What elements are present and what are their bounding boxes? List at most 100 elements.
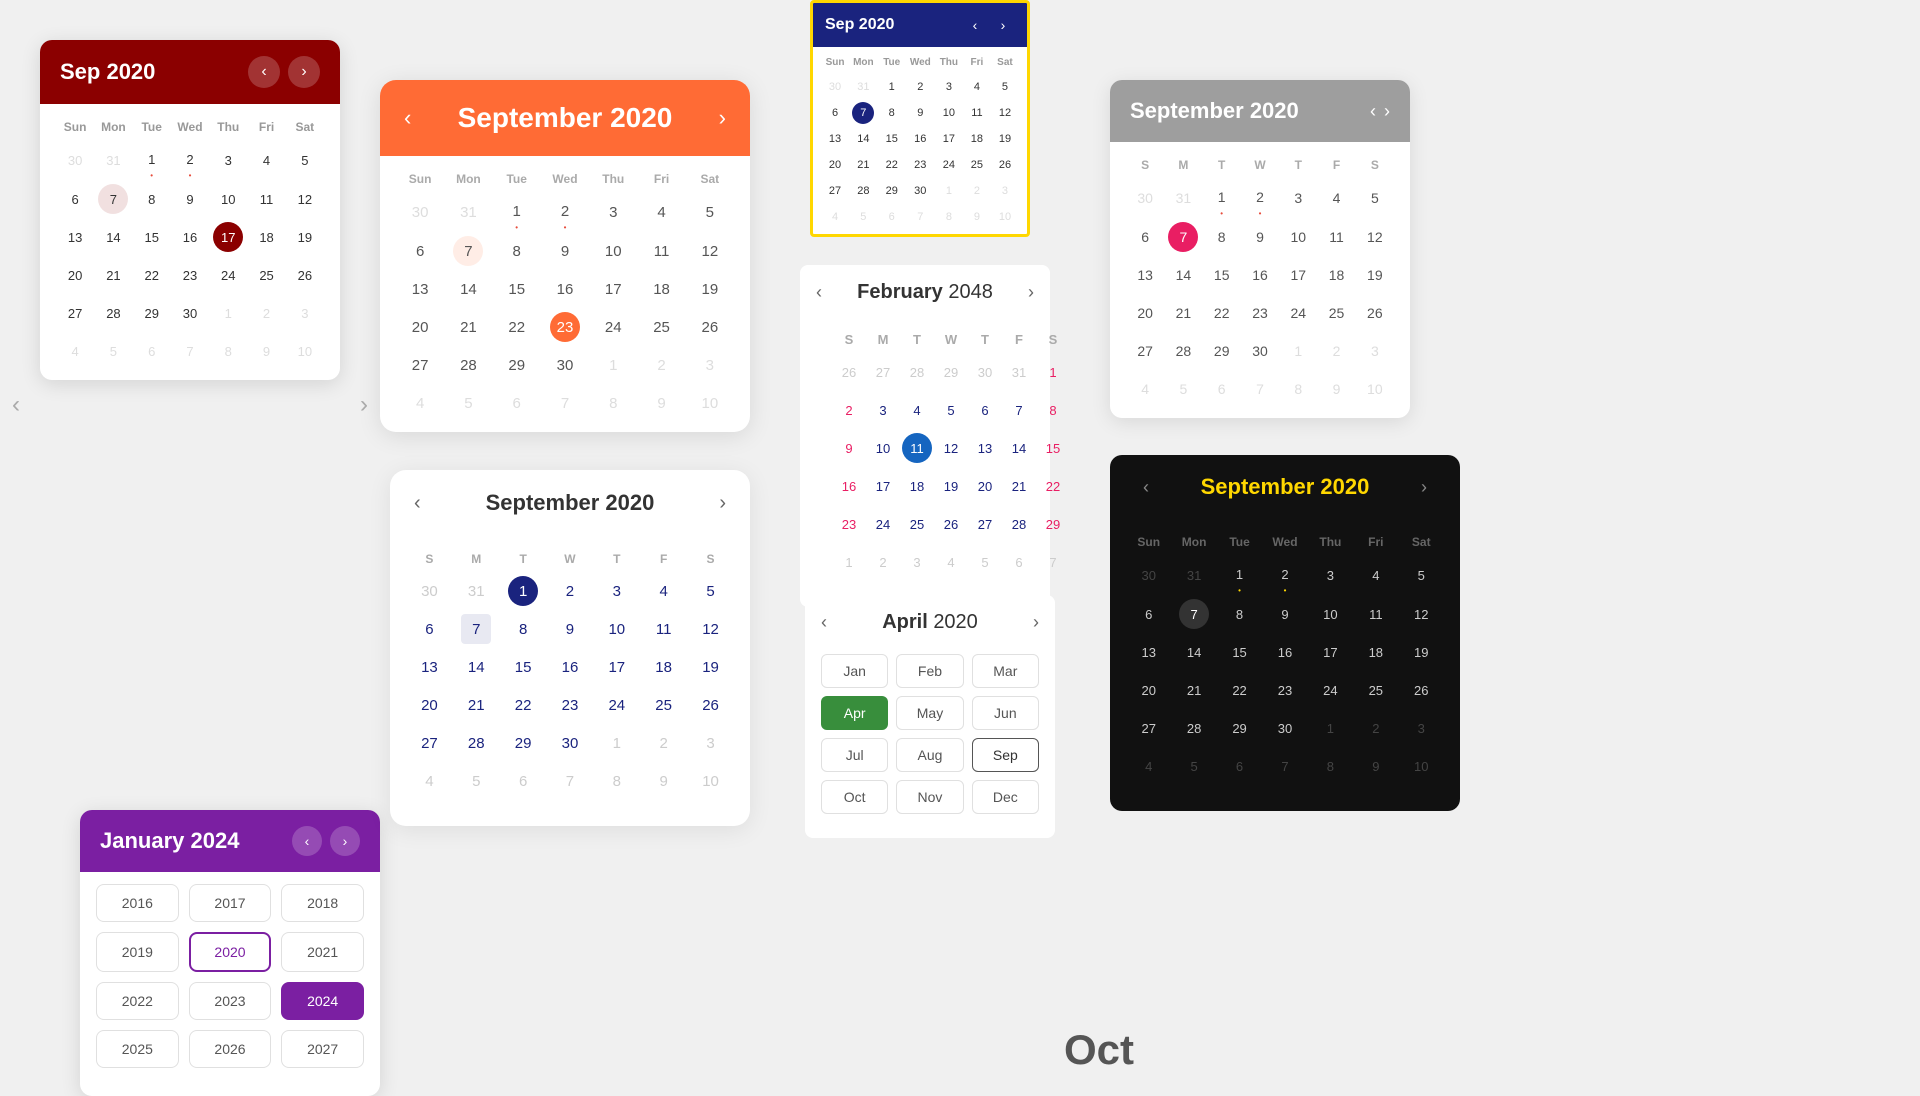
calendar-day[interactable]: 3	[1356, 332, 1394, 370]
calendar-day[interactable]: 28	[900, 353, 934, 391]
calendar-day[interactable]: 17	[1279, 256, 1317, 294]
calendar-day[interactable]: 8	[589, 384, 637, 422]
calendar-day[interactable]: 4	[640, 572, 687, 610]
calendar-day[interactable]: 24	[1279, 294, 1317, 332]
calendar-day[interactable]: 10	[286, 332, 324, 370]
calendar-day[interactable]: 1	[935, 178, 963, 204]
calendar-day[interactable]: 7	[1002, 391, 1036, 429]
calendar-day[interactable]: 8	[500, 610, 547, 648]
calendar-day[interactable]: 3	[286, 294, 324, 332]
calendar-day[interactable]: 31	[849, 74, 878, 100]
calendar-day[interactable]: 30	[541, 346, 589, 384]
cal6-prev-button[interactable]: ‹	[414, 492, 421, 515]
calendar-day[interactable]: 26	[286, 256, 324, 294]
calendar-day[interactable]: 6	[878, 204, 906, 230]
month-button[interactable]: Sep	[972, 738, 1039, 772]
month-button[interactable]: Dec	[972, 780, 1039, 814]
calendar-day[interactable]: 7	[1241, 370, 1279, 408]
calendar-day[interactable]: 28	[849, 178, 878, 204]
calendar-day[interactable]: 31	[453, 572, 500, 610]
calendar-day[interactable]: 9	[1353, 747, 1398, 785]
calendar-day[interactable]: 27	[406, 724, 453, 762]
calendar-day[interactable]: 8	[493, 232, 541, 270]
calendar-day[interactable]: 5	[1356, 178, 1394, 218]
calendar-day[interactable]: 21	[453, 686, 500, 724]
calendar-day[interactable]: 20	[56, 256, 94, 294]
calendar-day[interactable]: 10	[686, 384, 734, 422]
calendar-day[interactable]: 28	[1002, 505, 1036, 543]
calendar-day[interactable]: 20	[406, 686, 453, 724]
calendar-day[interactable]: 5	[453, 762, 500, 800]
calendar-day[interactable]: 16	[171, 218, 209, 256]
calendar-day[interactable]: 2	[247, 294, 285, 332]
calendar-day[interactable]: 27	[1126, 709, 1171, 747]
calendar-day[interactable]: 4	[247, 140, 285, 180]
calendar-day[interactable]: 2	[171, 140, 209, 180]
month-button[interactable]: Mar	[972, 654, 1039, 688]
month-button[interactable]: Apr	[821, 696, 888, 730]
calendar-day[interactable]: 4	[1317, 178, 1355, 218]
calendar-day[interactable]: 16	[1241, 256, 1279, 294]
calendar-day[interactable]: 4	[637, 192, 685, 232]
calendar-day[interactable]: 18	[247, 218, 285, 256]
calendar-day[interactable]: 2	[541, 192, 589, 232]
calendar-day[interactable]: 24	[935, 152, 963, 178]
calendar-day[interactable]: 11	[637, 232, 685, 270]
calendar-day[interactable]: 6	[406, 610, 453, 648]
calendar-day[interactable]: 4	[934, 543, 968, 581]
calendar-day[interactable]: 31	[94, 140, 132, 180]
calendar-day[interactable]: 3	[686, 346, 734, 384]
calendar-day[interactable]: 15	[133, 218, 171, 256]
cal5-prev-button[interactable]: ‹	[292, 826, 322, 856]
calendar-day[interactable]: 12	[1356, 218, 1394, 256]
cal9-prev-button[interactable]: ‹	[1130, 471, 1162, 503]
calendar-day[interactable]: 14	[453, 648, 500, 686]
calendar-day[interactable]: 7	[444, 232, 492, 270]
calendar-day[interactable]: 11	[900, 429, 934, 467]
calendar-day[interactable]: 21	[1002, 467, 1036, 505]
calendar-day[interactable]: 3	[687, 724, 734, 762]
calendar-day[interactable]: 13	[1126, 256, 1164, 294]
calendar-day[interactable]: 18	[1317, 256, 1355, 294]
calendar-day[interactable]: 19	[1356, 256, 1394, 294]
cal7-next-button[interactable]: ›	[1028, 282, 1034, 303]
cal9-next-button[interactable]: ›	[1408, 471, 1440, 503]
calendar-day[interactable]: 10	[209, 180, 247, 218]
calendar-day[interactable]: 22	[500, 686, 547, 724]
calendar-day[interactable]: 21	[1171, 671, 1216, 709]
calendar-day[interactable]: 7	[1171, 595, 1216, 633]
calendar-day[interactable]: 25	[1353, 671, 1398, 709]
cal2-next-button[interactable]: ›	[719, 105, 726, 131]
calendar-day[interactable]: 19	[686, 270, 734, 308]
calendar-day[interactable]: 15	[500, 648, 547, 686]
cal4-prev-button[interactable]: ‹	[1370, 101, 1376, 122]
calendar-day[interactable]: 25	[640, 686, 687, 724]
calendar-day[interactable]: 26	[991, 152, 1019, 178]
calendar-day[interactable]: 29	[1203, 332, 1241, 370]
calendar-day[interactable]: 23	[832, 505, 866, 543]
calendar-day[interactable]: 24	[866, 505, 900, 543]
calendar-day[interactable]: 2	[963, 178, 991, 204]
calendar-day[interactable]: 29	[1217, 709, 1262, 747]
calendar-day[interactable]: 30	[906, 178, 935, 204]
calendar-day[interactable]: 4	[56, 332, 94, 370]
calendar-day[interactable]: 3	[589, 192, 637, 232]
calendar-day[interactable]: 27	[821, 178, 849, 204]
calendar-day[interactable]: 12	[991, 100, 1019, 126]
calendar-day[interactable]: 2•	[1262, 555, 1307, 595]
month-button[interactable]: Jun	[972, 696, 1039, 730]
calendar-day[interactable]: 3	[209, 140, 247, 180]
calendar-day[interactable]: 28	[1171, 709, 1216, 747]
calendar-day[interactable]: 2	[637, 346, 685, 384]
calendar-day[interactable]: 2	[1353, 709, 1398, 747]
cal5-outer-prev[interactable]: ‹	[12, 391, 20, 419]
calendar-day[interactable]: 24	[593, 686, 640, 724]
calendar-day[interactable]: 17	[935, 126, 963, 152]
calendar-day[interactable]: 13	[1126, 633, 1171, 671]
calendar-day[interactable]: 4	[1353, 555, 1398, 595]
calendar-day[interactable]: 22	[1203, 294, 1241, 332]
calendar-day[interactable]: 2	[1317, 332, 1355, 370]
calendar-day[interactable]: 30	[1241, 332, 1279, 370]
calendar-day[interactable]: 27	[968, 505, 1002, 543]
calendar-day[interactable]: 9	[541, 232, 589, 270]
